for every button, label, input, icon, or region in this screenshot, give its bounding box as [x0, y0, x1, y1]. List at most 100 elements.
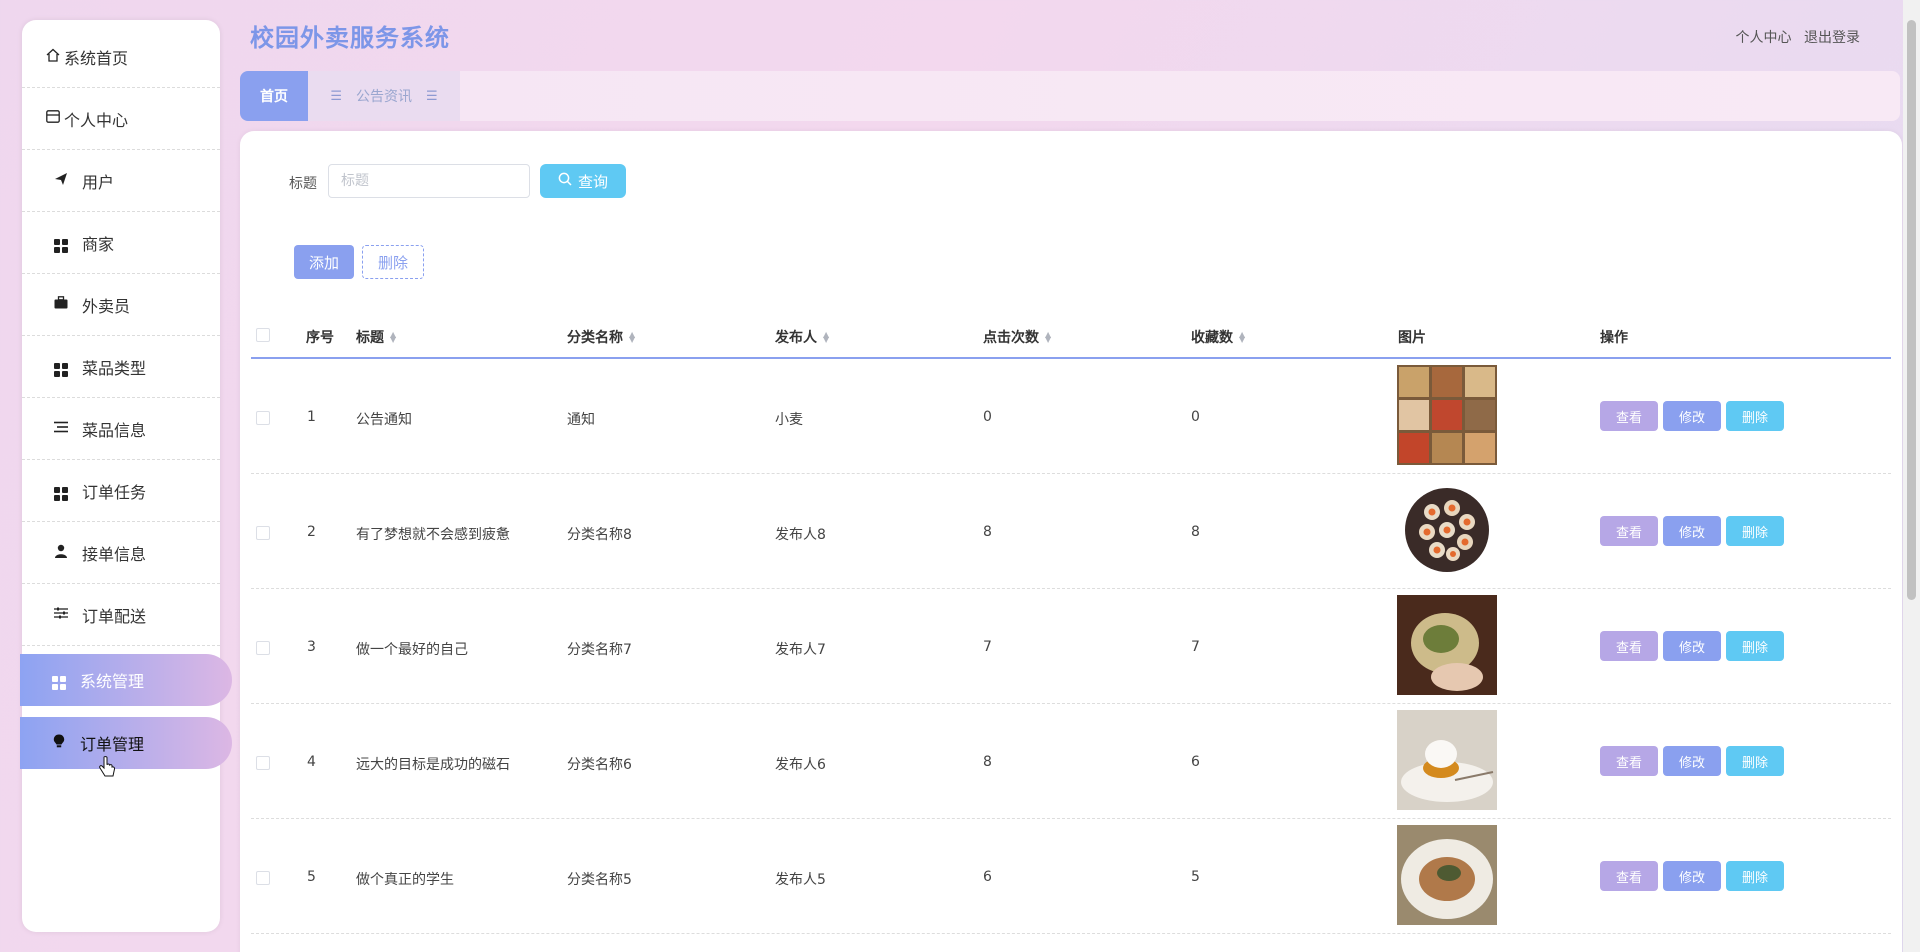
sidebar-item-home[interactable]: 系统首页 — [22, 26, 220, 88]
delete-row-button[interactable]: 删除 — [1726, 516, 1784, 546]
edit-button[interactable]: 修改 — [1663, 861, 1721, 891]
sort-icon[interactable]: ▲ ▼ — [823, 331, 829, 344]
cell-clicks: 0 — [983, 409, 992, 425]
food-image — [1397, 480, 1497, 580]
table-row: 2 有了梦想就不会感到疲惫 分类名称8 发布人8 8 8 查看 修改 删除 — [251, 474, 1891, 589]
tab-announcements[interactable]: ☰ 公告资讯 ☰ — [308, 71, 460, 121]
row-actions: 查看 修改 删除 — [1600, 631, 1784, 661]
sidebar-item-merchants[interactable]: 商家 — [22, 212, 220, 274]
cell-title: 做一个最好的自己 — [356, 642, 468, 658]
table-row: 5 做个真正的学生 分类名称5 发布人5 6 5 查看 修改 删除 — [251, 819, 1891, 934]
sort-icon[interactable]: ▲ ▼ — [1239, 331, 1245, 344]
row-actions: 查看 修改 删除 — [1600, 401, 1784, 431]
sidebar-item-label: 商家 — [82, 234, 115, 254]
row-actions: 查看 修改 删除 — [1600, 746, 1784, 776]
sidebar-item-dish-info[interactable]: 菜品信息 — [22, 398, 220, 460]
sidebar-item-label: 订单配送 — [82, 606, 147, 626]
scroll-thumb[interactable] — [1907, 20, 1916, 600]
sidebar-item-dish-types[interactable]: 菜品类型 — [22, 336, 220, 398]
delete-button[interactable]: 删除 — [362, 245, 424, 279]
column-header-category[interactable]: 分类名称 ▲ ▼ — [567, 327, 635, 347]
cell-publisher: 发布人8 — [775, 527, 826, 543]
delete-row-button[interactable]: 删除 — [1726, 401, 1784, 431]
sort-icon[interactable]: ▲ ▼ — [629, 331, 635, 344]
grid-icon — [50, 481, 72, 501]
edit-button[interactable]: 修改 — [1663, 746, 1721, 776]
grid-icon — [50, 233, 72, 253]
edit-button[interactable]: 修改 — [1663, 401, 1721, 431]
sidebar-item-couriers[interactable]: 外卖员 — [22, 274, 220, 336]
sidebar-item-label: 订单管理 — [80, 735, 145, 754]
hand-cursor-icon — [98, 756, 116, 785]
cell-publisher: 小麦 — [775, 412, 803, 428]
menu-lines-icon[interactable]: ☰ — [426, 89, 438, 104]
table-row: 4 远大的目标是成功的磁石 分类名称6 发布人6 8 6 查看 修改 删除 — [251, 704, 1891, 819]
column-header-publisher[interactable]: 发布人 ▲ ▼ — [775, 327, 829, 347]
view-button[interactable]: 查看 — [1600, 516, 1658, 546]
edit-button[interactable]: 修改 — [1663, 516, 1721, 546]
select-all-checkbox[interactable] — [256, 328, 270, 342]
cell-favorites: 0 — [1191, 409, 1200, 425]
cell-publisher: 发布人5 — [775, 872, 826, 888]
row-checkbox[interactable] — [256, 411, 270, 425]
tab-label: 首页 — [260, 89, 288, 105]
send-icon — [50, 172, 72, 190]
view-button[interactable]: 查看 — [1600, 861, 1658, 891]
sidebar: 系统首页 个人中心 用户 商家 外卖员 菜品类型 菜品信息 订单任务 接单信息 … — [20, 20, 232, 932]
row-actions: 查看 修改 删除 — [1600, 516, 1784, 546]
food-image — [1397, 825, 1497, 925]
cell-clicks: 6 — [983, 869, 992, 885]
menu-lines-icon: ☰ — [330, 88, 342, 104]
search-icon — [558, 172, 572, 190]
row-checkbox[interactable] — [256, 756, 270, 770]
cell-title: 远大的目标是成功的磁石 — [356, 757, 510, 773]
search-input[interactable] — [328, 164, 530, 198]
sort-icon[interactable]: ▲ ▼ — [390, 331, 396, 344]
sidebar-item-label: 个人中心 — [64, 110, 129, 130]
row-checkbox[interactable] — [256, 526, 270, 540]
sidebar-item-order-tasks[interactable]: 订单任务 — [22, 460, 220, 522]
sidebar-item-users[interactable]: 用户 — [22, 150, 220, 212]
column-header-clicks[interactable]: 点击次数 ▲ ▼ — [983, 327, 1051, 347]
food-image — [1397, 710, 1497, 810]
column-header-favorites[interactable]: 收藏数 ▲ ▼ — [1191, 327, 1245, 347]
profile-link[interactable]: 个人中心 — [1736, 30, 1792, 46]
cell-publisher: 发布人6 — [775, 757, 826, 773]
sort-icon[interactable]: ▲ ▼ — [1045, 331, 1051, 344]
view-button[interactable]: 查看 — [1600, 746, 1658, 776]
grid-icon — [50, 357, 72, 377]
add-button[interactable]: 添加 — [294, 245, 354, 279]
sidebar-item-order-management[interactable]: 订单管理 — [20, 717, 232, 769]
cell-category: 分类名称5 — [567, 872, 632, 888]
food-image — [1397, 595, 1497, 695]
delete-row-button[interactable]: 删除 — [1726, 861, 1784, 891]
cell-favorites: 6 — [1191, 754, 1200, 770]
delete-row-button[interactable]: 删除 — [1726, 746, 1784, 776]
page-scrollbar[interactable] — [1903, 0, 1920, 952]
search-label: 标题 — [289, 176, 317, 192]
column-header-no: 序号 — [306, 330, 334, 346]
sidebar-item-profile[interactable]: 个人中心 — [22, 88, 220, 150]
sidebar-item-delivery[interactable]: 订单配送 — [22, 584, 220, 646]
edit-button[interactable]: 修改 — [1663, 631, 1721, 661]
tab-home[interactable]: 首页 — [240, 71, 308, 121]
sidebar-item-label: 外卖员 — [82, 296, 131, 316]
app-title: 校园外卖服务系统 — [250, 24, 450, 52]
delete-row-button[interactable]: 删除 — [1726, 631, 1784, 661]
cell-no: 4 — [307, 754, 316, 770]
sidebar-item-system-management[interactable]: 系统管理 — [20, 654, 232, 706]
column-header-image: 图片 — [1398, 330, 1426, 346]
query-button[interactable]: 查询 — [540, 164, 626, 198]
row-checkbox[interactable] — [256, 871, 270, 885]
cell-title: 公告通知 — [356, 412, 412, 428]
view-button[interactable]: 查看 — [1600, 401, 1658, 431]
logout-link[interactable]: 退出登录 — [1804, 30, 1860, 46]
cell-favorites: 8 — [1191, 524, 1200, 540]
bulb-icon — [48, 734, 70, 752]
column-header-title[interactable]: 标题 ▲ ▼ — [356, 327, 396, 347]
query-button-label: 查询 — [577, 172, 608, 191]
view-button[interactable]: 查看 — [1600, 631, 1658, 661]
sidebar-item-accepted-orders[interactable]: 接单信息 — [22, 522, 220, 584]
row-checkbox[interactable] — [256, 641, 270, 655]
table-header: 序号 标题 ▲ ▼ 分类名称 ▲ ▼ 发布人 ▲ ▼ 点击次数 ▲ ▼ 收藏数 ▲ ▼ 图片 操作 — [251, 311, 1891, 359]
